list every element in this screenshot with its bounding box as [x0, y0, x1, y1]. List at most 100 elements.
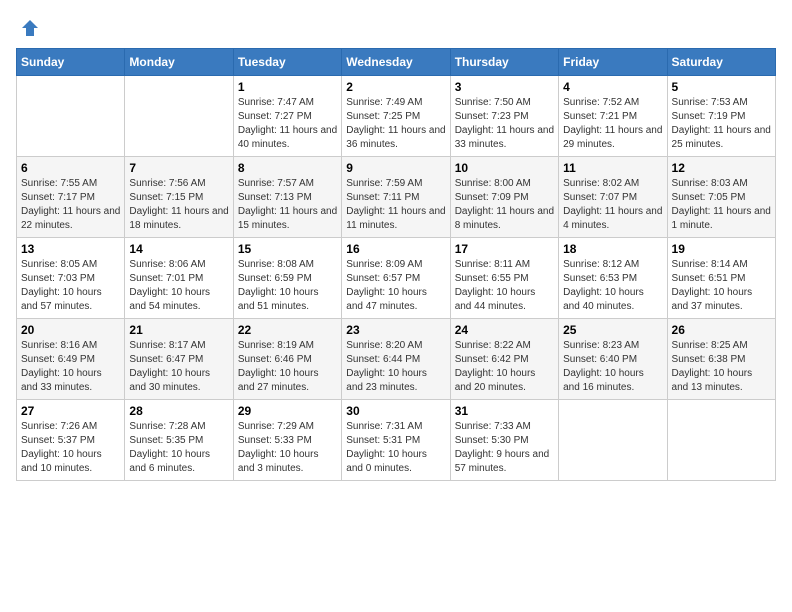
calendar-cell: 19 Sunrise: 8:14 AM Sunset: 6:51 PM Dayli…: [667, 238, 775, 319]
day-number: 1: [238, 80, 337, 94]
day-number: 25: [563, 323, 662, 337]
calendar-cell: 1 Sunrise: 7:47 AM Sunset: 7:27 PM Daylig…: [233, 76, 341, 157]
logo-icon: [18, 16, 42, 40]
day-info: Sunrise: 7:26 AM Sunset: 5:37 PM Dayligh…: [21, 420, 120, 476]
calendar-cell: [667, 400, 775, 481]
calendar-cell: 9 Sunrise: 7:59 AM Sunset: 7:11 PM Daylig…: [342, 157, 450, 238]
header-thursday: Thursday: [450, 49, 558, 76]
day-info: Sunrise: 8:12 AM Sunset: 6:53 PM Dayligh…: [563, 258, 662, 314]
calendar-cell: 17Sunrise: 8:11 AM Sunset: 6:55 PM Dayli…: [450, 238, 558, 319]
day-info: Sunrise: 8:23 AM Sunset: 6:40 PM Dayligh…: [563, 339, 662, 395]
day-info: Sunrise: 8:09 AM Sunset: 6:57 PM Dayligh…: [346, 258, 445, 314]
day-number: 26: [672, 323, 771, 337]
day-number: 19: [672, 242, 771, 256]
calendar-cell: 25 Sunrise: 8:23 AM Sunset: 6:40 PM Dayli…: [559, 319, 667, 400]
day-number: 31: [455, 404, 554, 418]
day-info: Sunrise: 7:31 AM Sunset: 5:31 PM Dayligh…: [346, 420, 445, 476]
calendar-cell: [17, 76, 125, 157]
day-info: Sunrise: 8:19 AM Sunset: 6:46 PM Dayligh…: [238, 339, 337, 395]
calendar-cell: 5 Sunrise: 7:53 AM Sunset: 7:19 PM Daylig…: [667, 76, 775, 157]
day-info: Sunrise: 8:20 AM Sunset: 6:44 PM Dayligh…: [346, 339, 445, 395]
day-number: 21: [129, 323, 228, 337]
day-info: Sunrise: 8:08 AM Sunset: 6:59 PM Dayligh…: [238, 258, 337, 314]
day-number: 3: [455, 80, 554, 94]
day-number: 7: [129, 161, 228, 175]
day-info: Sunrise: 8:17 AM Sunset: 6:47 PM Dayligh…: [129, 339, 228, 395]
day-info: Sunrise: 7:47 AM Sunset: 7:27 PM Dayligh…: [238, 96, 337, 152]
day-number: 13: [21, 242, 120, 256]
calendar-cell: 3 Sunrise: 7:50 AM Sunset: 7:23 PM Daylig…: [450, 76, 558, 157]
day-info: Sunrise: 8:14 AM Sunset: 6:51 PM Dayligh…: [672, 258, 771, 314]
day-number: 9: [346, 161, 445, 175]
day-info: Sunrise: 8:05 AM Sunset: 7:03 PM Dayligh…: [21, 258, 120, 314]
calendar-cell: 20 Sunrise: 8:16 AM Sunset: 6:49 PM Dayli…: [17, 319, 125, 400]
calendar-cell: 16 Sunrise: 8:09 AM Sunset: 6:57 PM Dayli…: [342, 238, 450, 319]
day-number: 20: [21, 323, 120, 337]
day-number: 12: [672, 161, 771, 175]
calendar-cell: 2 Sunrise: 7:49 AM Sunset: 7:25 PM Daylig…: [342, 76, 450, 157]
calendar-cell: 14 Sunrise: 8:06 AM Sunset: 7:01 PM Dayli…: [125, 238, 233, 319]
header-saturday: Saturday: [667, 49, 775, 76]
day-info: Sunrise: 8:16 AM Sunset: 6:49 PM Dayligh…: [21, 339, 120, 395]
day-info: Sunrise: 7:56 AM Sunset: 7:15 PM Dayligh…: [129, 177, 228, 233]
day-info: Sunrise: 7:50 AM Sunset: 7:23 PM Dayligh…: [455, 96, 554, 152]
day-number: 4: [563, 80, 662, 94]
calendar-cell: 4Sunrise: 7:52 AM Sunset: 7:21 PM Daylig…: [559, 76, 667, 157]
day-number: 15: [238, 242, 337, 256]
day-number: 29: [238, 404, 337, 418]
day-info: Sunrise: 8:06 AM Sunset: 7:01 PM Dayligh…: [129, 258, 228, 314]
day-number: 5: [672, 80, 771, 94]
day-info: Sunrise: 7:57 AM Sunset: 7:13 PM Dayligh…: [238, 177, 337, 233]
calendar-cell: 22 Sunrise: 8:19 AM Sunset: 6:46 PM Dayli…: [233, 319, 341, 400]
day-info: Sunrise: 7:59 AM Sunset: 7:11 PM Dayligh…: [346, 177, 445, 233]
day-number: 28: [129, 404, 228, 418]
header-tuesday: Tuesday: [233, 49, 341, 76]
calendar-cell: 27 Sunrise: 7:26 AM Sunset: 5:37 PM Dayli…: [17, 400, 125, 481]
calendar-table: SundayMondayTuesdayWednesdayThursdayFrid…: [16, 48, 776, 481]
day-info: Sunrise: 7:53 AM Sunset: 7:19 PM Dayligh…: [672, 96, 771, 152]
page-header: [16, 16, 776, 36]
calendar-cell: 12 Sunrise: 8:03 AM Sunset: 7:05 PM Dayli…: [667, 157, 775, 238]
calendar-cell: 30 Sunrise: 7:31 AM Sunset: 5:31 PM Dayli…: [342, 400, 450, 481]
calendar-cell: 21 Sunrise: 8:17 AM Sunset: 6:47 PM Dayli…: [125, 319, 233, 400]
day-info: Sunrise: 8:02 AM Sunset: 7:07 PM Dayligh…: [563, 177, 662, 233]
calendar-cell: [125, 76, 233, 157]
day-info: Sunrise: 8:03 AM Sunset: 7:05 PM Dayligh…: [672, 177, 771, 233]
calendar-cell: 8 Sunrise: 7:57 AM Sunset: 7:13 PM Daylig…: [233, 157, 341, 238]
header-monday: Monday: [125, 49, 233, 76]
day-info: Sunrise: 7:49 AM Sunset: 7:25 PM Dayligh…: [346, 96, 445, 152]
calendar-cell: 10Sunrise: 8:00 AM Sunset: 7:09 PM Dayli…: [450, 157, 558, 238]
day-info: Sunrise: 7:29 AM Sunset: 5:33 PM Dayligh…: [238, 420, 337, 476]
day-number: 11: [563, 161, 662, 175]
day-number: 27: [21, 404, 120, 418]
calendar-cell: 7 Sunrise: 7:56 AM Sunset: 7:15 PM Daylig…: [125, 157, 233, 238]
day-number: 24: [455, 323, 554, 337]
day-number: 14: [129, 242, 228, 256]
calendar-cell: 26Sunrise: 8:25 AM Sunset: 6:38 PM Dayli…: [667, 319, 775, 400]
day-number: 6: [21, 161, 120, 175]
header-sunday: Sunday: [17, 49, 125, 76]
day-number: 23: [346, 323, 445, 337]
calendar-cell: 23 Sunrise: 8:20 AM Sunset: 6:44 PM Dayli…: [342, 319, 450, 400]
calendar-cell: 28Sunrise: 7:28 AM Sunset: 5:35 PM Dayli…: [125, 400, 233, 481]
day-number: 17: [455, 242, 554, 256]
day-number: 2: [346, 80, 445, 94]
header-friday: Friday: [559, 49, 667, 76]
calendar-cell: 6 Sunrise: 7:55 AM Sunset: 7:17 PM Daylig…: [17, 157, 125, 238]
day-info: Sunrise: 8:22 AM Sunset: 6:42 PM Dayligh…: [455, 339, 554, 395]
calendar-cell: 31Sunrise: 7:33 AM Sunset: 5:30 PM Dayli…: [450, 400, 558, 481]
calendar-cell: 29 Sunrise: 7:29 AM Sunset: 5:33 PM Dayli…: [233, 400, 341, 481]
day-number: 30: [346, 404, 445, 418]
calendar-cell: [559, 400, 667, 481]
day-number: 18: [563, 242, 662, 256]
calendar-cell: 11 Sunrise: 8:02 AM Sunset: 7:07 PM Dayli…: [559, 157, 667, 238]
header-wednesday: Wednesday: [342, 49, 450, 76]
calendar-cell: 18 Sunrise: 8:12 AM Sunset: 6:53 PM Dayli…: [559, 238, 667, 319]
day-number: 22: [238, 323, 337, 337]
calendar-cell: 24 Sunrise: 8:22 AM Sunset: 6:42 PM Dayli…: [450, 319, 558, 400]
day-info: Sunrise: 7:55 AM Sunset: 7:17 PM Dayligh…: [21, 177, 120, 233]
day-number: 16: [346, 242, 445, 256]
day-number: 8: [238, 161, 337, 175]
day-number: 10: [455, 161, 554, 175]
logo: [16, 16, 42, 36]
